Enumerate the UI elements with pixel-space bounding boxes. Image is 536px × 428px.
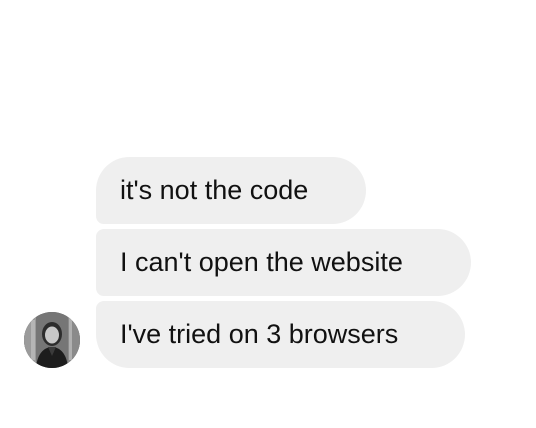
message-text: I can't open the website bbox=[120, 247, 403, 277]
message-bubble[interactable]: I can't open the website bbox=[96, 229, 471, 296]
message-thread: it's not the code I can't open the websi… bbox=[0, 0, 536, 428]
message-bubble[interactable]: I've tried on 3 browsers bbox=[96, 301, 465, 368]
message-text: I've tried on 3 browsers bbox=[120, 319, 399, 349]
message-bubble[interactable]: it's not the code bbox=[96, 157, 366, 224]
sender-avatar[interactable] bbox=[24, 312, 80, 368]
profile-photo-icon bbox=[24, 312, 80, 368]
message-text: it's not the code bbox=[120, 175, 309, 205]
